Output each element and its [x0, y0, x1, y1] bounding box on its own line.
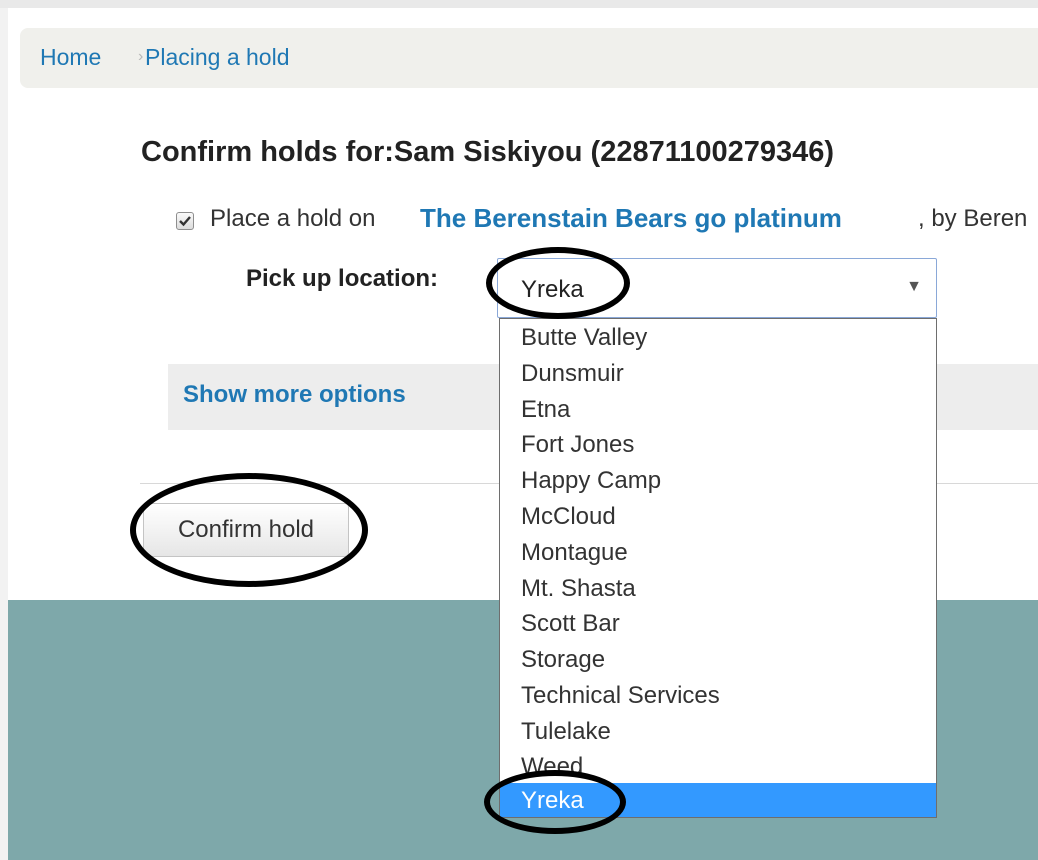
dropdown-option-scott-bar[interactable]: Scott Bar — [500, 606, 936, 642]
hold-title-link[interactable]: The Berenstain Bears go platinum — [420, 203, 842, 234]
confirm-hold-button[interactable]: Confirm hold — [143, 503, 349, 557]
triangle-down-icon: ▼ — [906, 278, 922, 295]
dropdown-option-etna[interactable]: Etna — [500, 392, 936, 428]
dropdown-option-storage[interactable]: Storage — [500, 642, 936, 678]
breadcrumb-current-link[interactable]: Placing a hold — [145, 44, 290, 71]
dropdown-option-fort-jones[interactable]: Fort Jones — [500, 427, 936, 463]
pickup-location-dropdown: Butte Valley Dunsmuir Etna Fort Jones Ha… — [499, 318, 937, 818]
checkmark-icon — [179, 216, 191, 227]
dropdown-option-montague[interactable]: Montague — [500, 535, 936, 571]
dropdown-option-mt-shasta[interactable]: Mt. Shasta — [500, 571, 936, 607]
page-title: Confirm holds for:Sam Siskiyou (22871100… — [141, 136, 835, 168]
dropdown-option-tulelake[interactable]: Tulelake — [500, 714, 936, 750]
hold-checkbox[interactable] — [176, 212, 194, 230]
dropdown-option-technical-services[interactable]: Technical Services — [500, 678, 936, 714]
show-more-options-link[interactable]: Show more options — [183, 381, 406, 409]
pickup-location-label: Pick up location: — [246, 265, 439, 292]
pickup-selected-value: Yreka — [521, 276, 584, 303]
hold-prefix-text: Place a hold on — [210, 205, 376, 232]
dropdown-option-happy-camp[interactable]: Happy Camp — [500, 463, 936, 499]
dropdown-option-butte-valley[interactable]: Butte Valley — [500, 320, 936, 356]
breadcrumb-separator: › — [138, 48, 144, 65]
breadcrumb: Home › Placing a hold — [20, 28, 1038, 88]
dropdown-option-yreka[interactable]: Yreka — [500, 783, 936, 817]
top-strip — [0, 0, 1038, 8]
hold-author-text: , by Beren — [918, 205, 1028, 232]
dropdown-option-mccloud[interactable]: McCloud — [500, 499, 936, 535]
pickup-location-select[interactable]: Yreka ▼ — [497, 258, 937, 318]
dropdown-option-dunsmuir[interactable]: Dunsmuir — [500, 356, 936, 392]
dropdown-option-weed[interactable]: Weed — [500, 749, 936, 785]
breadcrumb-home-link[interactable]: Home — [40, 44, 101, 71]
